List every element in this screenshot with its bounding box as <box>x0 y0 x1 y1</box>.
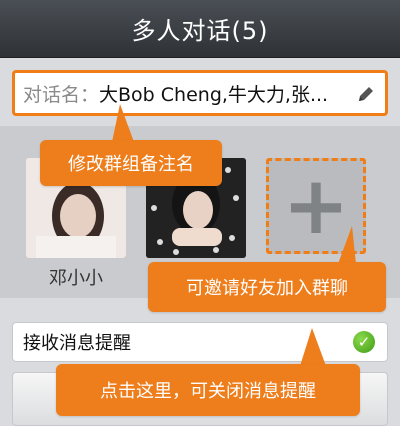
title-bar: 多人对话(5) <box>0 0 400 58</box>
group-name-label: 对话名： <box>23 83 100 106</box>
callout-pointer <box>112 104 134 142</box>
edit-pencil-icon[interactable] <box>355 83 377 105</box>
group-name-value: 大Bob Cheng,牛大力,张... <box>99 83 329 106</box>
callout-rename: 修改群组备注名 <box>40 140 222 186</box>
message-notify-toggle[interactable]: 接收消息提醒 ✓ <box>12 322 388 362</box>
check-icon[interactable]: ✓ <box>353 331 375 353</box>
callout-notify-off: 点击这里，可关闭消息提醒 <box>56 364 360 416</box>
notify-label: 接收消息提醒 <box>23 333 131 354</box>
group-name-field[interactable]: 对话名： 大Bob Cheng,牛大力,张... <box>12 70 388 116</box>
member-name: 邓小小 <box>49 268 103 289</box>
callout-pointer <box>300 328 326 366</box>
callout-invite: 可邀请好友加入群聊 <box>148 262 386 312</box>
page-title: 多人对话(5) <box>131 17 269 45</box>
callout-pointer <box>338 226 356 264</box>
